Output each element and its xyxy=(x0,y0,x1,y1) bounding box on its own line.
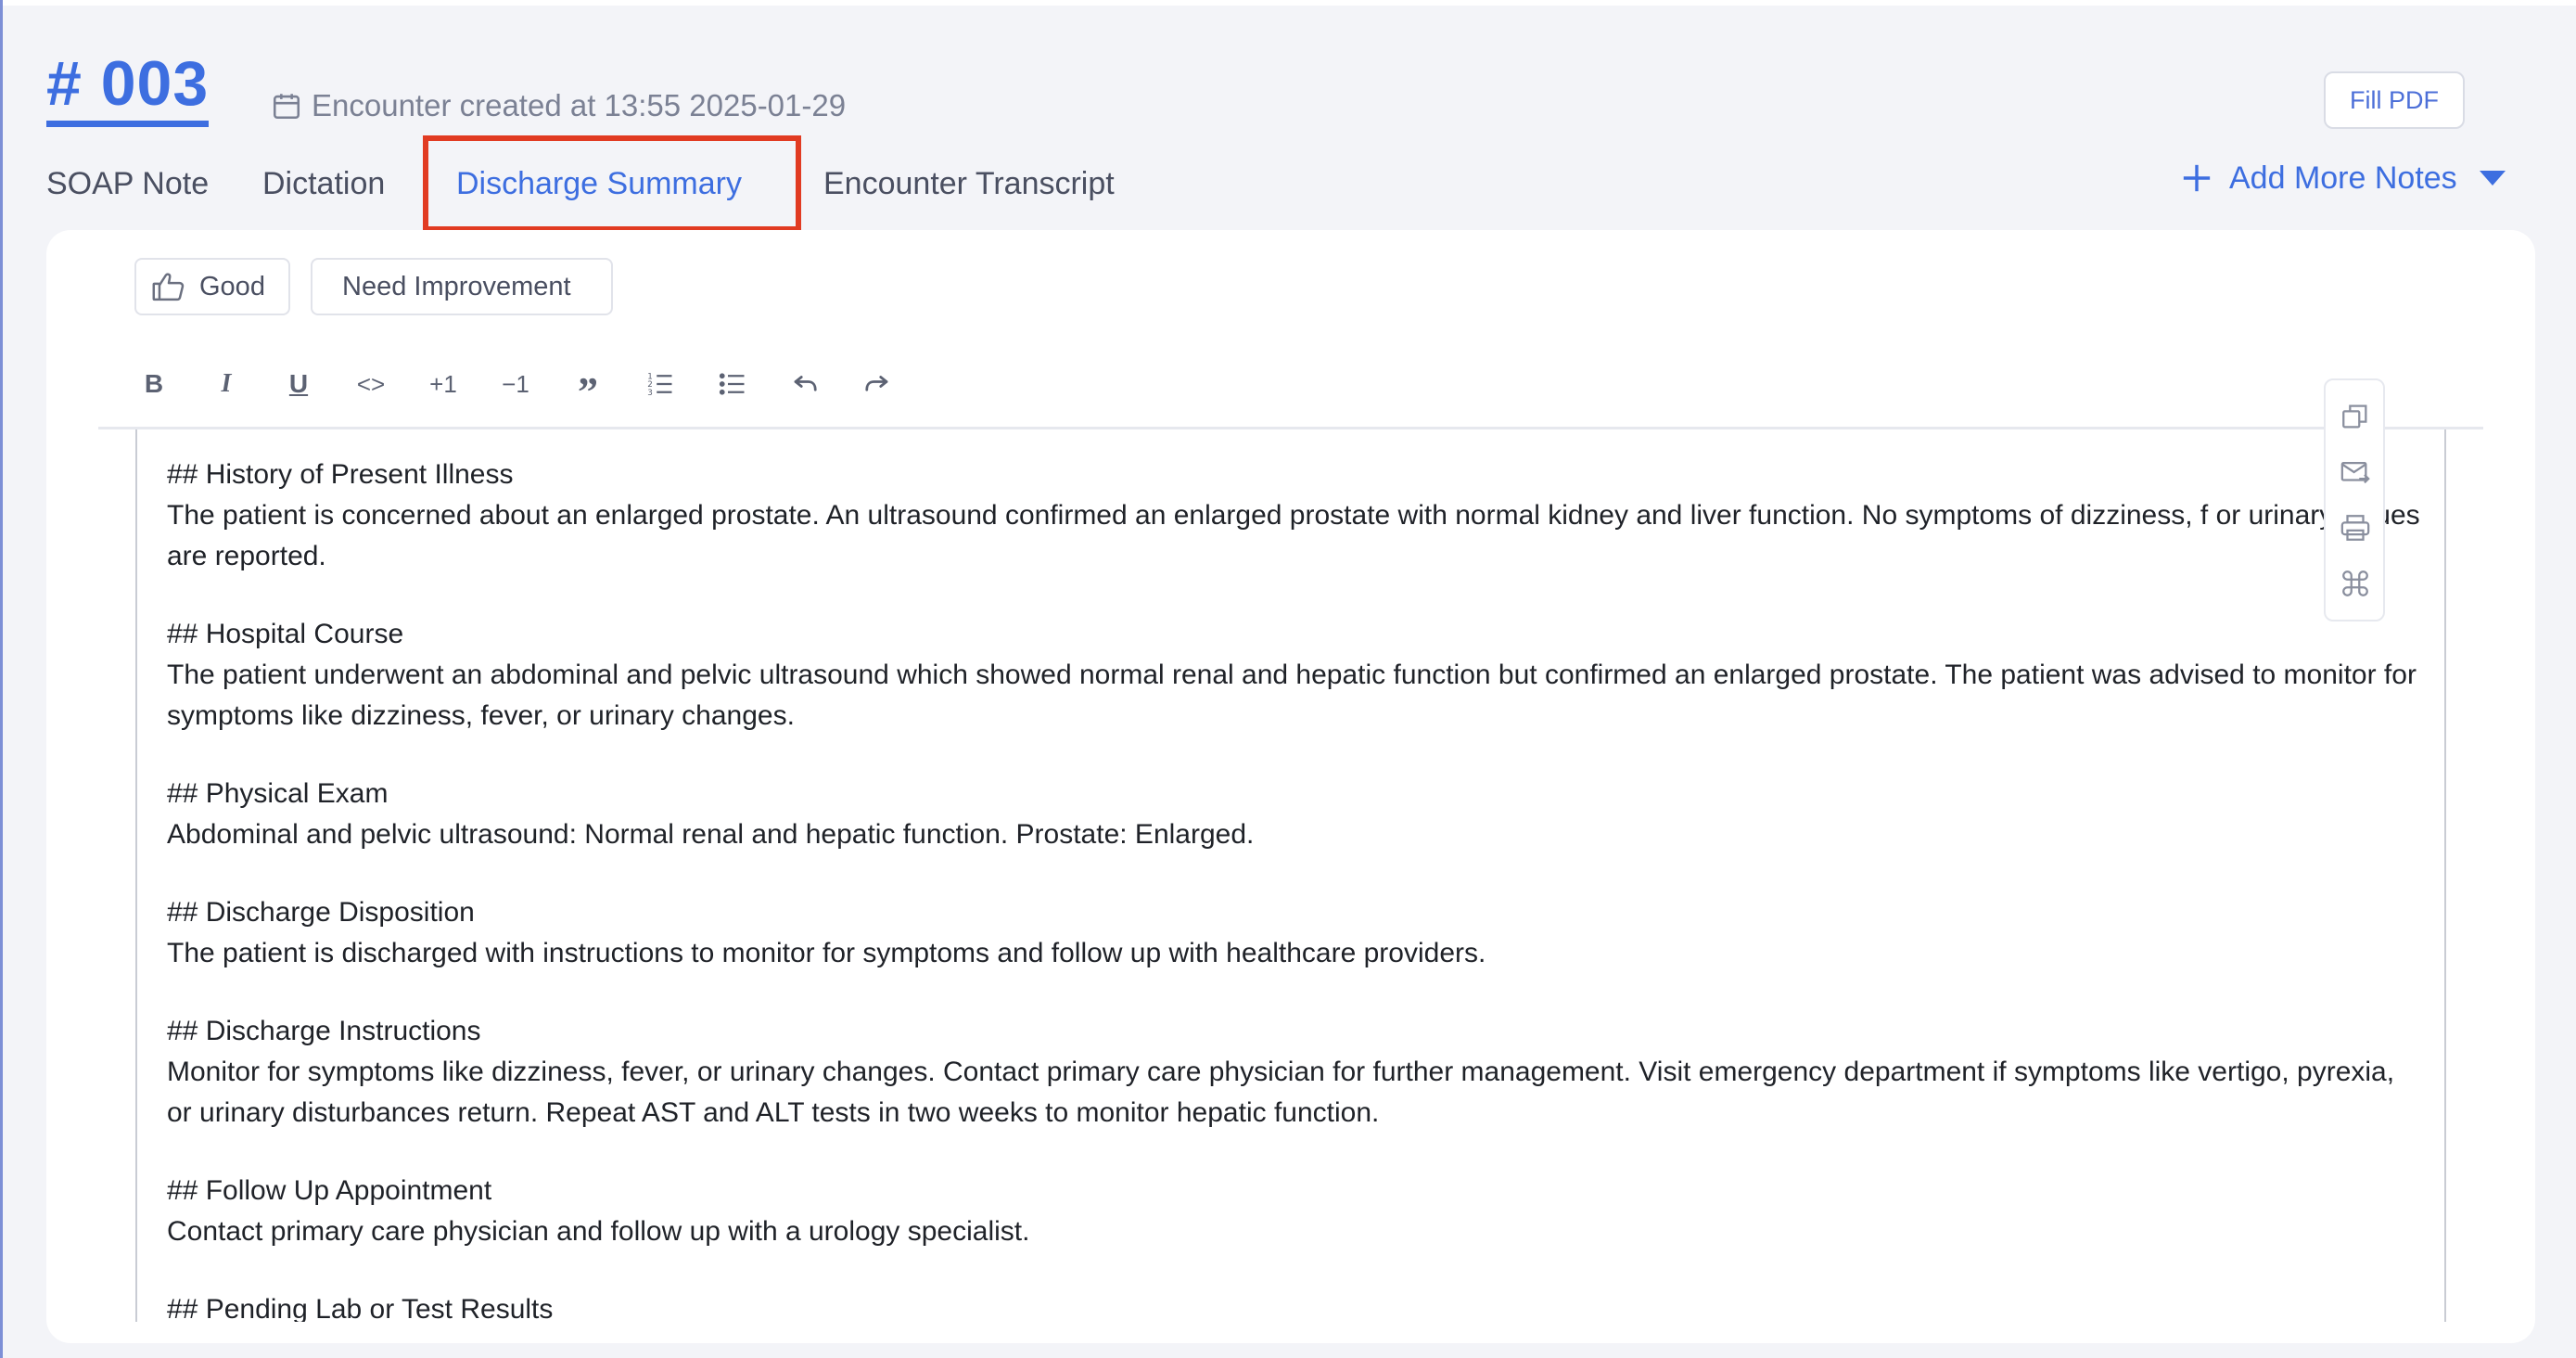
thumbs-up-icon xyxy=(152,273,185,301)
email-button[interactable] xyxy=(2340,456,2371,488)
add-more-notes-button[interactable]: Add More Notes xyxy=(2181,156,2506,200)
section-heading: ## Hospital Course xyxy=(167,619,404,649)
redo-button[interactable] xyxy=(853,360,901,408)
plus-icon xyxy=(2183,164,2211,192)
copy-icon xyxy=(2342,404,2367,429)
section-physical-exam: ## Physical Exam Abdominal and pelvic ul… xyxy=(167,774,2420,855)
need-improvement-label: Need Improvement xyxy=(342,271,571,301)
encounter-number[interactable]: # 003 xyxy=(46,50,210,127)
note-editor[interactable]: ## History of Present Illness The patien… xyxy=(167,455,2420,1322)
fill-pdf-button[interactable]: Fill PDF xyxy=(2324,71,2465,129)
print-icon xyxy=(2340,515,2370,541)
print-button[interactable] xyxy=(2340,512,2371,544)
section-body: Monitor for symptoms like dizziness, fev… xyxy=(167,1057,2395,1128)
section-body: The patient underwent an abdominal and p… xyxy=(167,660,2417,731)
command-button[interactable] xyxy=(2340,568,2371,599)
tab-soap-note[interactable]: SOAP Note xyxy=(46,156,209,211)
section-body: The patient is concerned about an enlarg… xyxy=(167,500,2420,571)
ordered-list-icon: 1 2 3 xyxy=(647,372,672,398)
side-tools-panel xyxy=(2324,378,2385,621)
svg-text:3: 3 xyxy=(647,389,653,398)
encounter-created: Encounter created at 13:55 2025-01-29 xyxy=(271,88,846,123)
section-discharge-disposition: ## Discharge Disposition The patient is … xyxy=(167,892,2420,974)
quote-button[interactable]: ” xyxy=(564,360,612,415)
section-heading: ## Discharge Instructions xyxy=(167,1016,481,1046)
section-history: ## History of Present Illness The patien… xyxy=(167,455,2420,577)
bullet-list-button[interactable] xyxy=(708,360,757,408)
section-heading: ## Physical Exam xyxy=(167,778,389,809)
section-pending-results: ## Pending Lab or Test Results xyxy=(167,1289,2420,1322)
section-body: The patient is discharged with instructi… xyxy=(167,938,1486,968)
section-heading: ## Follow Up Appointment xyxy=(167,1175,492,1206)
bullet-list-icon xyxy=(719,373,745,395)
bold-button[interactable]: B xyxy=(130,360,178,408)
toolbar-divider xyxy=(98,427,2483,429)
active-tab-highlight xyxy=(423,135,801,232)
section-discharge-instructions: ## Discharge Instructions Monitor for sy… xyxy=(167,1011,2420,1134)
window-left-edge xyxy=(0,0,3,1358)
editor-border-right xyxy=(2444,429,2446,1322)
section-heading: ## History of Present Illness xyxy=(167,459,514,490)
undo-button[interactable] xyxy=(781,360,829,408)
tab-dictation[interactable]: Dictation xyxy=(262,156,385,211)
section-body: Abdominal and pelvic ultrasound: Normal … xyxy=(167,819,1255,850)
section-hospital-course: ## Hospital Course The patient underwent… xyxy=(167,614,2420,737)
calendar-icon xyxy=(273,94,300,120)
email-icon xyxy=(2340,461,2370,484)
decrease-indent-button[interactable]: −1 xyxy=(491,360,540,408)
copy-button[interactable] xyxy=(2340,401,2371,432)
increase-indent-button[interactable]: +1 xyxy=(419,360,467,408)
underline-button[interactable]: U xyxy=(274,360,323,408)
code-button[interactable]: <> xyxy=(347,360,395,408)
ordered-list-button[interactable]: 1 2 3 xyxy=(636,360,684,408)
italic-button[interactable]: I xyxy=(202,360,250,408)
encounter-created-text: Encounter created at 13:55 2025-01-29 xyxy=(312,88,847,122)
redo-icon xyxy=(865,376,888,391)
section-body: Contact primary care physician and follo… xyxy=(167,1216,1030,1247)
section-follow-up: ## Follow Up Appointment Contact primary… xyxy=(167,1171,2420,1252)
top-edge xyxy=(0,0,2576,6)
need-improvement-button[interactable]: Need Improvement xyxy=(311,258,613,315)
tab-encounter-transcript[interactable]: Encounter Transcript xyxy=(823,156,1115,211)
good-feedback-button[interactable]: Good xyxy=(134,258,290,315)
section-heading: ## Discharge Disposition xyxy=(167,897,475,928)
editor-border-left xyxy=(135,429,137,1322)
section-heading: ## Pending Lab or Test Results xyxy=(167,1294,554,1322)
undo-icon xyxy=(794,376,817,391)
command-icon xyxy=(2342,570,2368,596)
add-more-notes-label: Add More Notes xyxy=(2229,160,2457,196)
good-feedback-label: Good xyxy=(199,271,265,301)
caret-down-icon xyxy=(2479,171,2506,186)
